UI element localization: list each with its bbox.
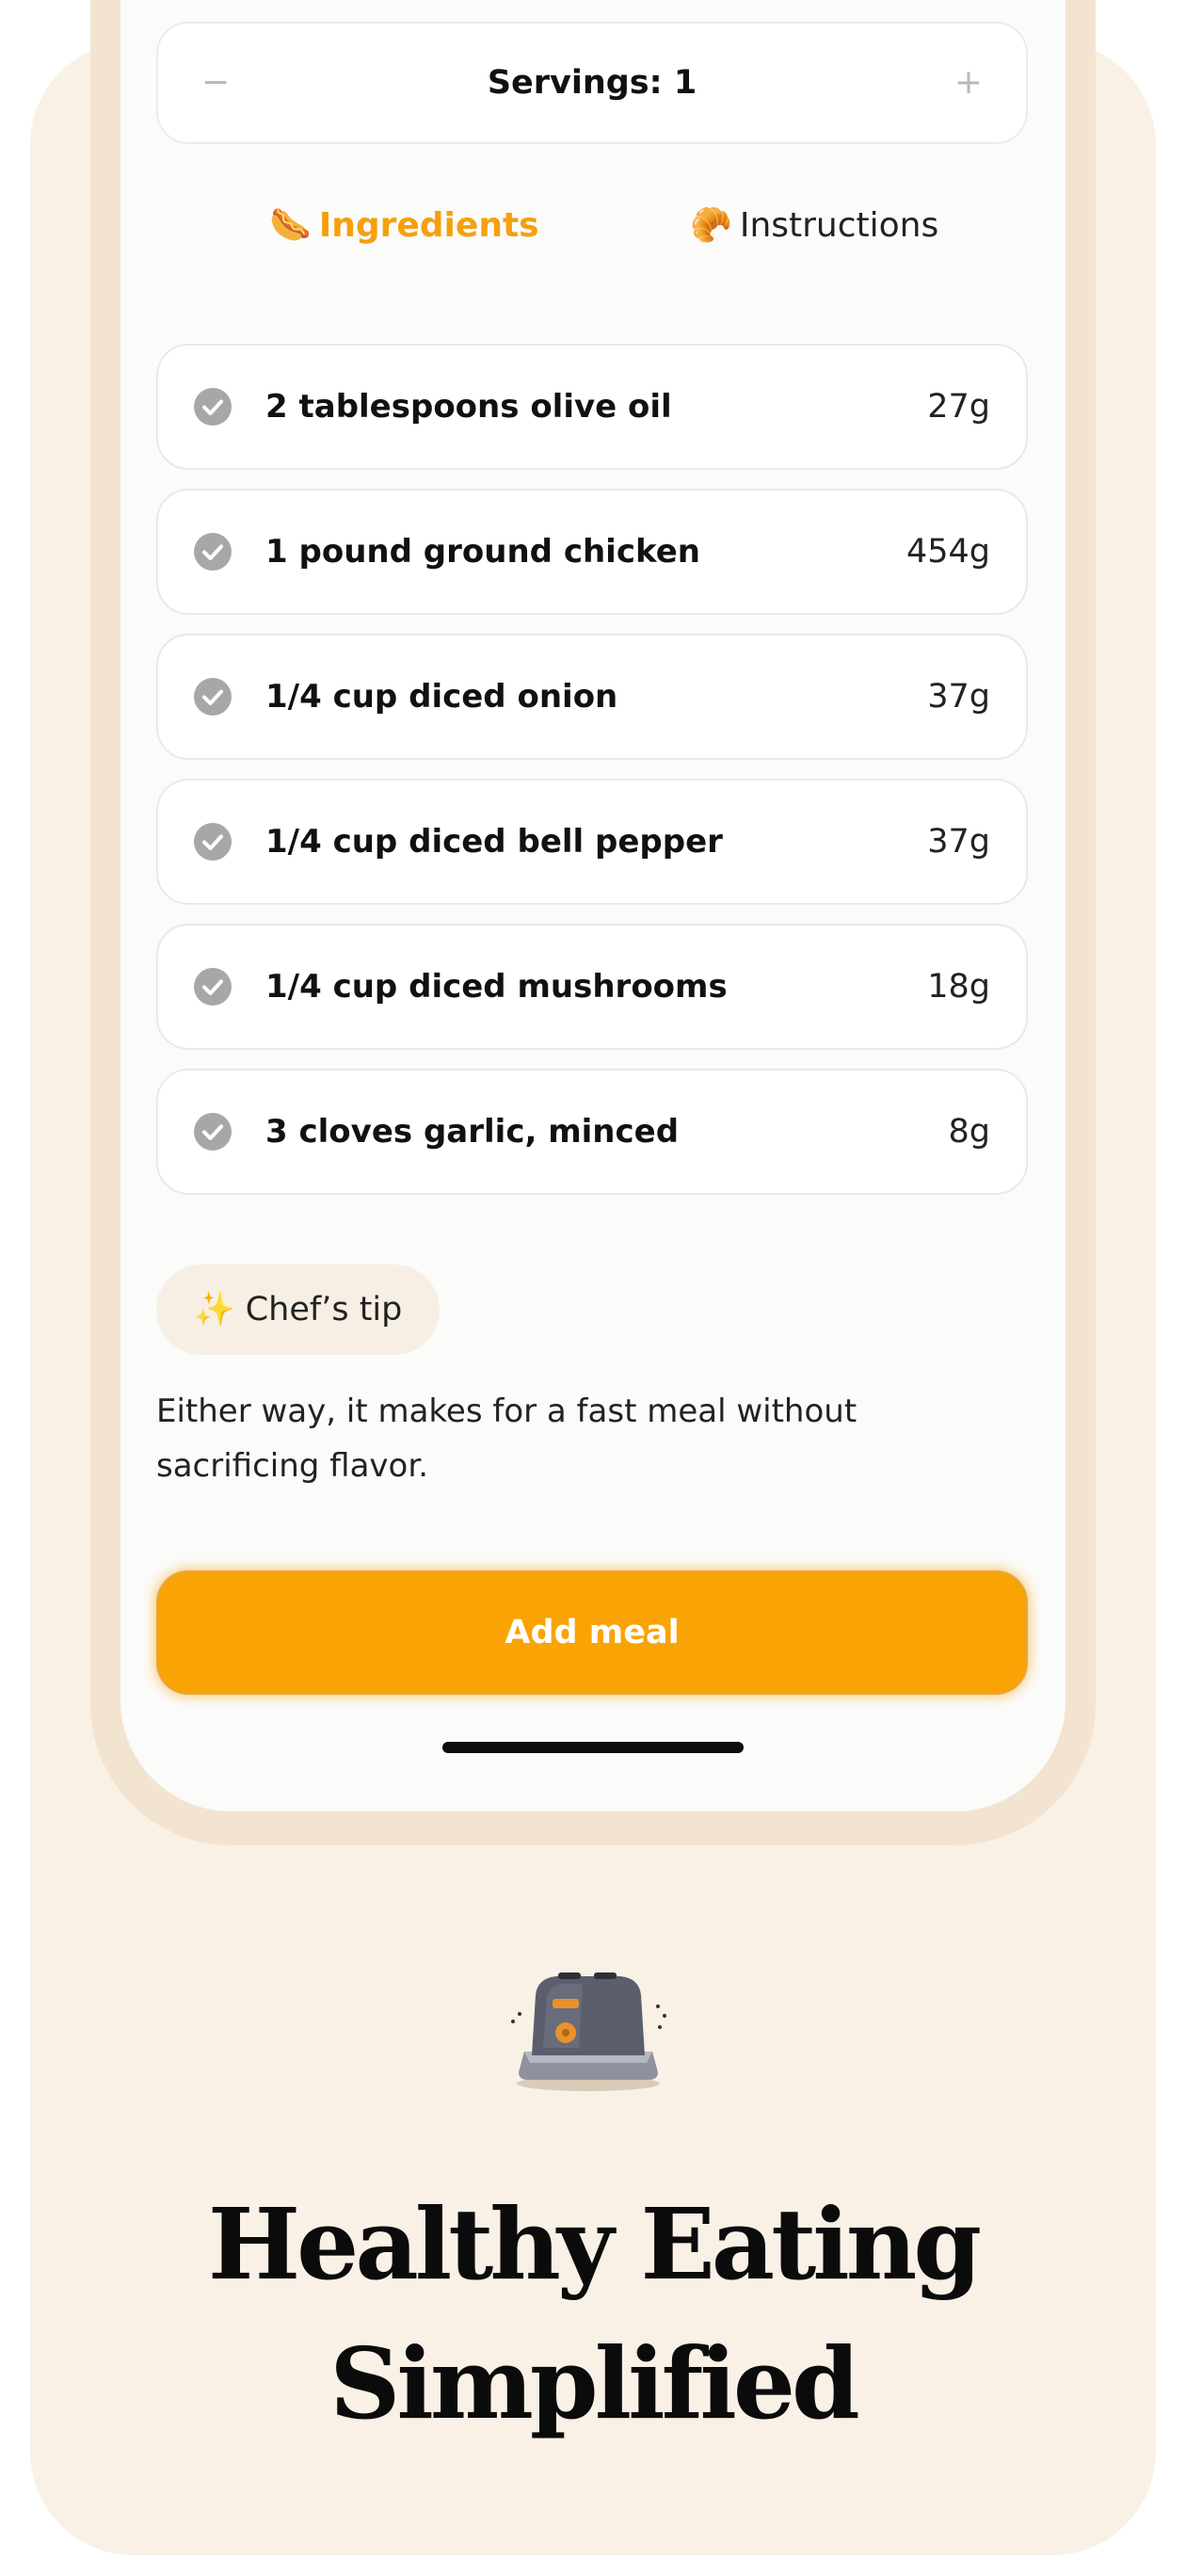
list-item[interactable]: 1/4 cup diced mushrooms 18g xyxy=(156,924,1028,1050)
check-circle-icon[interactable] xyxy=(194,388,232,426)
tab-ingredients[interactable]: 🌭 Ingredients xyxy=(269,188,539,264)
ingredient-grams: 454g xyxy=(906,533,990,571)
tab-instructions[interactable]: 🥐 Instructions xyxy=(690,188,938,264)
servings-label: Servings: 1 xyxy=(487,64,697,102)
tab-instructions-label: Instructions xyxy=(739,206,939,245)
check-circle-icon[interactable] xyxy=(194,533,232,571)
chef-tip-label: Chef’s tip xyxy=(245,1291,403,1328)
phone-screen: − Servings: 1 + 🌭 Ingredients 🥐 Instructio… xyxy=(120,0,1066,1811)
check-circle-icon[interactable] xyxy=(194,968,232,1006)
ingredient-name: 2 tablespoons olive oil xyxy=(265,388,672,426)
check-circle-icon[interactable] xyxy=(194,678,232,716)
list-item[interactable]: 1/4 cup diced onion 37g xyxy=(156,634,1028,760)
ingredient-grams: 37g xyxy=(927,823,990,861)
list-item[interactable]: 3 cloves garlic, minced 8g xyxy=(156,1069,1028,1195)
servings-stepper: − Servings: 1 + xyxy=(156,22,1028,144)
page-title: Healthy Eating Simplified xyxy=(0,2175,1186,2454)
check-circle-icon[interactable] xyxy=(194,1113,232,1151)
ingredient-name: 3 cloves garlic, minced xyxy=(265,1113,680,1151)
hotdog-icon: 🌭 xyxy=(269,206,312,245)
increase-servings-button[interactable]: + xyxy=(926,24,1011,142)
ingredient-name: 1/4 cup diced bell pepper xyxy=(265,823,723,861)
ingredient-list: 2 tablespoons olive oil 27g 1 pound grou… xyxy=(156,344,1028,1214)
tab-ingredients-label: Ingredients xyxy=(318,206,539,245)
headline-line-2: Simplified xyxy=(329,2326,860,2441)
chef-tip-text: Either way, it makes for a fast meal wit… xyxy=(156,1393,857,1485)
ingredient-name: 1/4 cup diced onion xyxy=(265,678,618,716)
croissant-icon: 🥐 xyxy=(690,206,732,245)
list-item[interactable]: 1/4 cup diced bell pepper 37g xyxy=(156,779,1028,905)
ingredient-grams: 8g xyxy=(948,1113,991,1151)
headline-line-1: Healthy Eating xyxy=(207,2186,982,2302)
ingredient-grams: 37g xyxy=(927,678,990,716)
ingredient-name: 1 pound ground chicken xyxy=(265,533,700,571)
toaster-icon xyxy=(511,1972,666,2091)
add-meal-button[interactable]: Add meal xyxy=(156,1570,1028,1695)
check-circle-icon[interactable] xyxy=(194,823,232,861)
chef-tip-badge: ✨ Chef’s tip xyxy=(156,1264,441,1355)
home-indicator xyxy=(442,1742,744,1753)
recipe-tabs: 🌭 Ingredients 🥐 Instructions xyxy=(156,188,1028,264)
ingredient-grams: 18g xyxy=(927,968,990,1006)
sparkles-icon: ✨ xyxy=(194,1291,235,1328)
list-item[interactable]: 1 pound ground chicken 454g xyxy=(156,489,1028,615)
list-item[interactable]: 2 tablespoons olive oil 27g xyxy=(156,344,1028,470)
ingredient-name: 1/4 cup diced mushrooms xyxy=(265,968,728,1006)
ingredient-grams: 27g xyxy=(927,388,990,426)
